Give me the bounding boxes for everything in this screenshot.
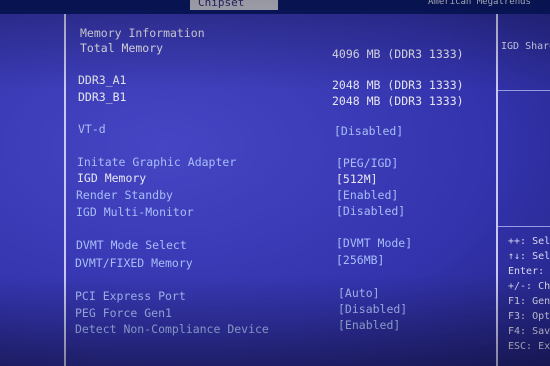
peg-force-gen1-value[interactable]: [Disabled] [338, 302, 407, 316]
igd-memory-value[interactable]: [512M] [336, 172, 378, 186]
pci-express-port-label: PCI Express Port [75, 289, 186, 303]
bios-screen: Chipset American Megatrends Memory Infor… [0, 0, 550, 366]
top-bar: Chipset American Megatrends [0, 0, 550, 14]
help-key-esc: ESC: Ex [508, 341, 550, 352]
vtd-label: VT-d [78, 122, 106, 136]
igd-multi-monitor-label: IGD Multi-Monitor [76, 205, 194, 219]
vendor-name: American Megatrends [428, 0, 531, 7]
help-key-f4: F4: Sav [508, 326, 550, 337]
dvmt-mode-select-label: DVMT Mode Select [76, 238, 187, 252]
help-key-enter: Enter: [508, 266, 545, 277]
vtd-value[interactable]: [Disabled] [334, 124, 403, 138]
init-graphic-adapter-label: Initate Graphic Adapter [77, 155, 237, 169]
pci-express-port-value[interactable]: [Auto] [338, 286, 380, 300]
help-divider [498, 90, 550, 91]
dvmt-mode-select-value[interactable]: [DVMT Mode] [336, 236, 412, 250]
igd-memory-label: IGD Memory [77, 171, 147, 185]
peg-force-gen1-label: PEG Force Gen1 [75, 306, 172, 320]
help-key-select-item: ↑↓: Sel [508, 251, 550, 262]
help-key-select-screen: ++: Sel [508, 236, 550, 247]
dvmt-fixed-memory-label: DVMT/FIXED Memory [75, 256, 193, 270]
help-key-f3: F3: Opt [508, 311, 550, 322]
render-standby-label: Render Standby [76, 188, 173, 202]
detect-non-compliance-value[interactable]: [Enabled] [338, 318, 400, 332]
tab-chipset[interactable]: Chipset [190, 0, 278, 10]
ddr3-b1-value: 2048 MB (DDR3 1333) [332, 94, 464, 108]
igd-multi-monitor-value[interactable]: [Disabled] [336, 204, 405, 218]
help-divider [498, 226, 550, 227]
help-description: IGD Share [501, 41, 550, 52]
detect-non-compliance-label: Detect Non-Compliance Device [75, 322, 269, 336]
init-graphic-adapter-value[interactable]: [PEG/IGD] [336, 156, 398, 170]
ddr3-b1-label: DDR3_B1 [78, 90, 127, 104]
memory-information-heading: Memory Information [80, 26, 205, 40]
total-memory-value: 4096 MB (DDR3 1333) [332, 47, 464, 61]
dvmt-fixed-memory-value[interactable]: [256MB] [336, 253, 384, 267]
ddr3-a1-value: 2048 MB (DDR3 1333) [332, 78, 464, 92]
ddr3-a1-label: DDR3_A1 [78, 73, 127, 87]
total-memory-label: Total Memory [80, 41, 164, 55]
render-standby-value[interactable]: [Enabled] [336, 188, 398, 202]
help-key-f1: F1: Gen [508, 296, 550, 307]
help-key-change: +/-: Ch [508, 281, 550, 292]
